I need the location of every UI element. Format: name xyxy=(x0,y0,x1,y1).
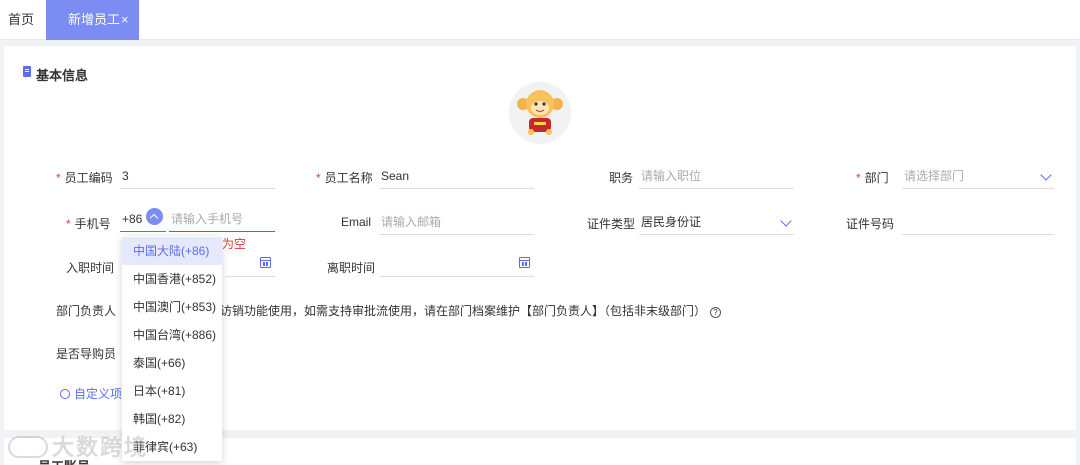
position-input[interactable]: 请输入职位 xyxy=(639,163,794,189)
phone-error-message: 为空 xyxy=(222,237,247,251)
chevron-up-icon[interactable] xyxy=(146,208,163,225)
position-label: 职务 xyxy=(609,171,634,185)
calendar-icon xyxy=(519,257,530,268)
leave-date-label: 离职时间 xyxy=(327,261,376,275)
watermark-logo-icon xyxy=(8,436,48,458)
chevron-down-icon xyxy=(1040,169,1052,181)
country-code-dropdown: 中国大陆(+86) 中国香港(+852) 中国澳门(+853) 中国台湾(+88… xyxy=(122,236,222,461)
department-select[interactable]: 请选择部门 xyxy=(902,163,1054,189)
help-icon[interactable]: ? xyxy=(710,307,722,318)
phone-label: * 手机号 xyxy=(66,217,111,231)
calendar-icon xyxy=(260,257,271,268)
country-option[interactable]: 泰国(+66) xyxy=(122,349,222,377)
employee-name-label: * 员工名称 xyxy=(316,171,373,185)
country-option[interactable]: 日本(+81) xyxy=(122,377,222,405)
monkey-avatar-icon xyxy=(509,82,571,144)
country-option[interactable]: 中国香港(+852) xyxy=(122,265,222,293)
close-icon[interactable]: × xyxy=(121,0,129,40)
employee-name-input[interactable]: Sean xyxy=(379,163,534,189)
is-guide-label: 是否导购员 xyxy=(56,347,117,361)
country-option[interactable]: 韩国(+82) xyxy=(122,405,222,433)
tab-bar: 首页 新增员工 × xyxy=(0,0,1080,40)
gear-icon xyxy=(60,389,70,399)
phone-input[interactable]: 请输入手机号 xyxy=(169,206,275,232)
chevron-down-icon xyxy=(780,215,792,227)
dept-head-note: 访销功能使用，如需支持审批流使用，请在部门档案维护【部门负责人】（包括非末级部门… xyxy=(220,302,722,319)
hire-date-label: 入职时间 xyxy=(66,261,115,275)
id-type-label: 证件类型 xyxy=(587,217,636,231)
tab-home[interactable]: 首页 xyxy=(0,0,46,40)
country-option[interactable]: 中国台湾(+886) xyxy=(122,321,222,349)
department-label: * 部门 xyxy=(856,171,889,185)
country-option[interactable]: 中国澳门(+853) xyxy=(122,293,222,321)
department-select-placeholder: 请选择部门 xyxy=(904,169,965,183)
country-option[interactable]: 中国大陆(+86) xyxy=(122,237,222,265)
section-title: 基本信息 xyxy=(36,68,89,83)
hire-date-input[interactable] xyxy=(226,251,275,277)
employee-code-label: * 员工编码 xyxy=(56,171,113,185)
tab-new-employee[interactable]: 新增员工 × xyxy=(46,0,139,40)
id-type-select[interactable]: 居民身份证 xyxy=(639,209,794,235)
watermark: 大数跨境 xyxy=(8,430,148,462)
tab-new-employee-label: 新增员工 xyxy=(68,12,121,27)
email-input[interactable]: 请输入邮箱 xyxy=(379,209,534,235)
id-type-value: 居民身份证 xyxy=(641,215,702,229)
employee-code-input[interactable]: 3 xyxy=(120,163,275,189)
dept-head-label: 部门负责人 xyxy=(56,304,117,318)
email-label: Email xyxy=(341,215,372,229)
leave-date-input[interactable] xyxy=(379,251,534,277)
id-number-label: 证件号码 xyxy=(846,217,895,231)
id-number-input[interactable] xyxy=(902,209,1054,235)
avatar[interactable] xyxy=(509,82,571,144)
